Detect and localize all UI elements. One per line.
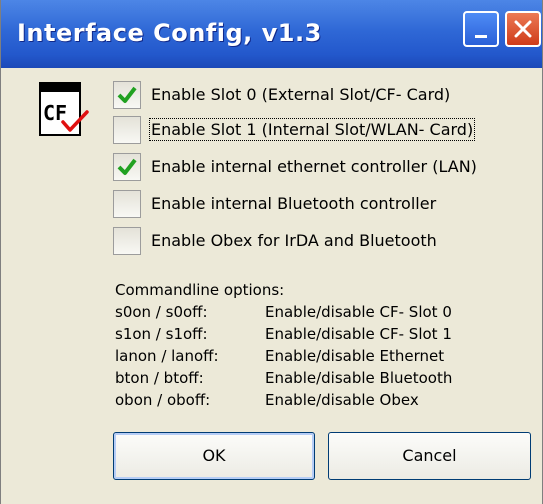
lan-checkbox[interactable] <box>113 153 141 181</box>
close-button[interactable] <box>505 11 541 47</box>
slot0-checkbox[interactable] <box>113 81 141 109</box>
commandline-option: s0on / s0off: <box>115 303 208 321</box>
minimize-icon <box>475 35 487 38</box>
obex-checkbox[interactable] <box>113 227 141 255</box>
commandline-option: bton / btoff: <box>115 369 204 387</box>
minimize-button[interactable] <box>463 11 499 47</box>
cf-card-icon: CF <box>39 82 89 136</box>
slot1-label: Enable Slot 1 (Internal Slot/WLAN- Card) <box>148 118 476 141</box>
commandline-option: obon / oboff: <box>115 391 211 409</box>
commandline-option: s1on / s1off: <box>115 325 208 343</box>
slot1-checkbox[interactable] <box>113 116 141 144</box>
commandline-heading: Commandline options: <box>115 281 285 299</box>
checkmark-icon <box>117 158 137 175</box>
dialog-window: Interface Config, v1.3 CF Enable Slot 0 … <box>0 0 543 504</box>
commandline-option: lanon / lanoff: <box>115 347 219 365</box>
lan-label: Enable internal ethernet controller (LAN… <box>151 157 477 176</box>
commandline-description: Enable/disable Obex <box>265 391 419 409</box>
commandline-description: Enable/disable CF- Slot 0 <box>265 303 452 321</box>
bluetooth-label: Enable internal Bluetooth controller <box>151 194 437 213</box>
close-icon <box>514 20 532 38</box>
title-bar[interactable]: Interface Config, v1.3 <box>1 0 542 68</box>
slot0-label: Enable Slot 0 (External Slot/CF- Card) <box>151 85 451 104</box>
checkmark-icon <box>117 86 137 103</box>
ok-button[interactable]: OK <box>113 432 315 480</box>
commandline-description: Enable/disable Bluetooth <box>265 369 453 387</box>
cancel-button[interactable]: Cancel <box>328 432 531 480</box>
window-title: Interface Config, v1.3 <box>17 19 322 47</box>
commandline-description: Enable/disable CF- Slot 1 <box>265 325 452 343</box>
commandline-description: Enable/disable Ethernet <box>265 347 445 365</box>
bluetooth-checkbox[interactable] <box>113 190 141 218</box>
obex-label: Enable Obex for IrDA and Bluetooth <box>151 231 437 250</box>
